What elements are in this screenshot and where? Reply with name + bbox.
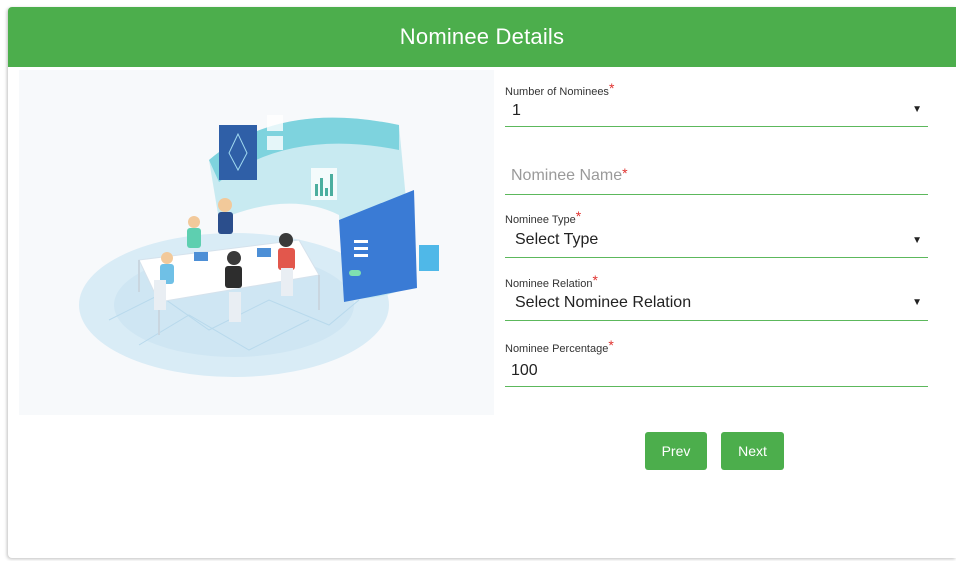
chevron-down-icon[interactable]: ▼ <box>912 297 922 308</box>
required-marker: * <box>592 272 598 288</box>
number-of-nominees-select[interactable]: Number of Nominees* 1 ▼ <box>505 80 928 127</box>
nominee-relation-label: Nominee Relation <box>505 278 593 290</box>
nominee-type-select[interactable]: Nominee Type* Select Type ▼ <box>505 208 928 258</box>
required-marker: * <box>608 80 615 96</box>
number-of-nominees-label: Number of Nominees <box>505 86 609 98</box>
page-title-text: Nominee Details <box>399 24 565 49</box>
number-of-nominees-value: 1 <box>512 102 521 119</box>
page-title: Nominee Details <box>8 7 956 67</box>
nominee-type-label: Nominee Type <box>505 214 576 226</box>
nominee-type-value: Select Type <box>515 231 599 248</box>
required-marker: * <box>622 165 628 181</box>
nominee-name-input[interactable]: Nominee Name* <box>505 157 928 195</box>
chevron-down-icon[interactable]: ▼ <box>912 104 922 115</box>
nominee-relation-select[interactable]: Nominee Relation* Select Nominee Relatio… <box>505 272 928 321</box>
nominee-percentage-label: Nominee Percentage <box>505 343 609 355</box>
nominee-percentage-input[interactable]: Nominee Percentage* 100 <box>505 337 928 387</box>
prev-button[interactable]: Prev <box>645 432 707 470</box>
next-button[interactable]: Next <box>721 432 784 470</box>
team-meeting-illustration <box>19 70 494 415</box>
nominee-percentage-value: 100 <box>511 362 538 379</box>
required-marker: * <box>575 208 582 224</box>
nominee-relation-value: Select Nominee Relation <box>515 294 692 311</box>
nominee-name-placeholder: Nominee Name <box>511 167 623 184</box>
illustration-svg <box>79 115 439 377</box>
chevron-down-icon[interactable]: ▼ <box>912 235 922 246</box>
required-marker: * <box>608 337 614 353</box>
